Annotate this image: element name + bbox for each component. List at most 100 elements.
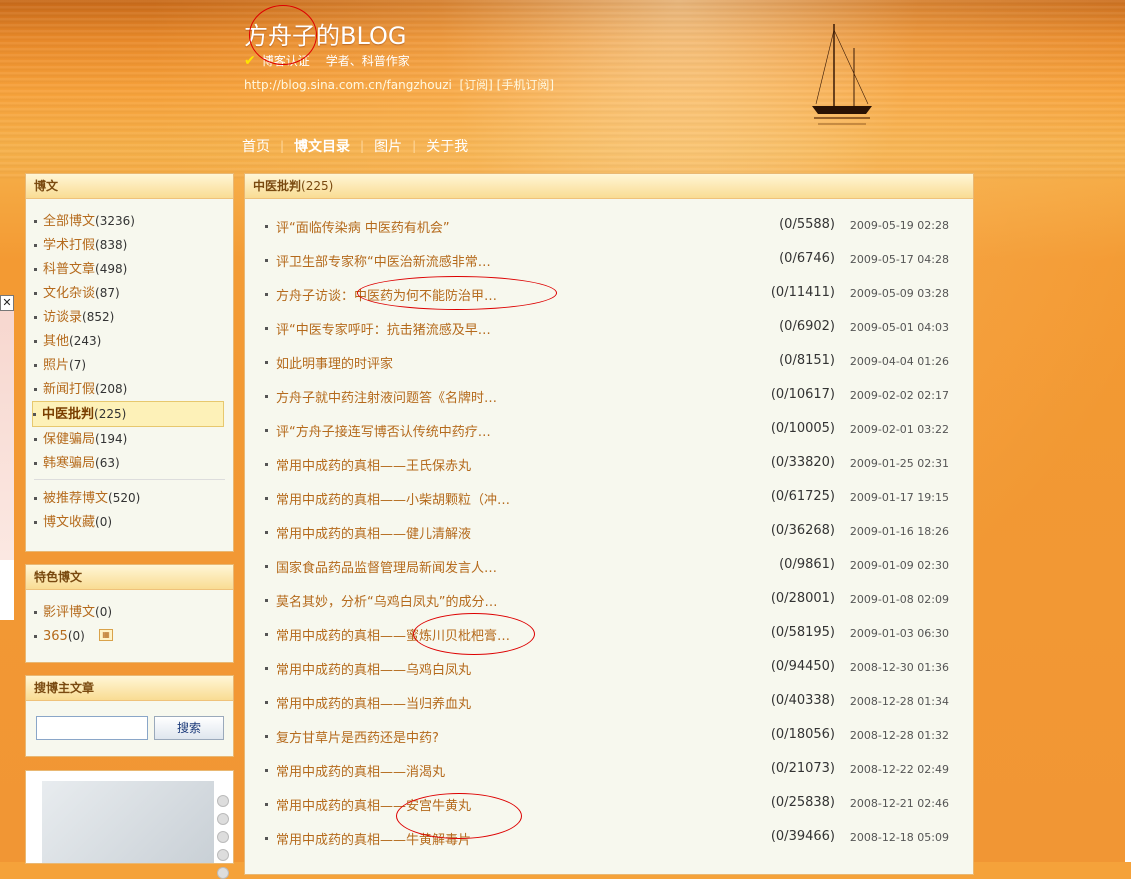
- nav-pictures[interactable]: 图片: [374, 136, 402, 156]
- category-item[interactable]: 新闻打假(208): [34, 377, 233, 401]
- category-item[interactable]: 访谈录(852): [34, 305, 233, 329]
- scroll-dot[interactable]: [217, 795, 229, 807]
- article-title-link[interactable]: 常用中成药的真相——乌鸡白凤丸: [276, 659, 471, 678]
- article-title-link[interactable]: 评“中医专家呼吁：抗击猪流感及早…: [276, 319, 491, 338]
- article-date: 2009-01-16 18:26: [849, 525, 949, 538]
- category-item[interactable]: 全部博文(3236): [34, 209, 233, 233]
- article-title-link[interactable]: 常用中成药的真相——王氏保赤丸: [276, 455, 471, 474]
- article-date: 2009-01-17 19:15: [849, 491, 949, 504]
- category-count: (63): [95, 456, 120, 470]
- blog-url-link[interactable]: http://blog.sina.com.cn/fangzhouzi: [244, 78, 452, 92]
- article-row: 常用中成药的真相——小柴胡颗粒（冲… (0/61725) 2009-01-17 19…: [261, 486, 951, 520]
- featured-item-label[interactable]: 影评博文: [43, 605, 95, 620]
- article-stats: (0/36268): [770, 523, 835, 538]
- subscribe-link[interactable]: [订阅]: [459, 78, 492, 92]
- category-label[interactable]: 韩寒骗局: [43, 456, 95, 471]
- bullet-icon: [34, 220, 37, 223]
- category-item[interactable]: 文化杂谈(87): [34, 281, 233, 305]
- article-date: 2009-01-03 06:30: [849, 627, 949, 640]
- article-title-link[interactable]: 评“面临传染病 中医药有机会”: [276, 217, 450, 236]
- article-row: 常用中成药的真相——乌鸡白凤丸 (0/94450) 2008-12-30 01:36: [261, 656, 951, 690]
- photo-thumbnail[interactable]: [42, 781, 214, 863]
- category-count: (852): [82, 310, 115, 324]
- featured-item-label[interactable]: 365: [43, 629, 68, 644]
- article-stats: (0/61725): [770, 489, 835, 504]
- search-button[interactable]: 搜索: [154, 716, 224, 740]
- verify-desc: 学者、科普作家: [325, 54, 410, 68]
- nav-home[interactable]: 首页: [242, 136, 270, 156]
- category-item[interactable]: 保健骗局(194): [34, 427, 233, 451]
- article-list-panel: 中医批判(225) 评“面临传染病 中医药有机会” (0/5588) 2009-05…: [244, 173, 974, 875]
- article-row: 评“方舟子接连写博否认传统中药疗… (0/10005) 2009-02-01 03:…: [261, 418, 951, 452]
- mobile-subscribe-link[interactable]: [手机订阅]: [497, 78, 554, 92]
- article-title-link[interactable]: 方舟子就中药注射液问题答《名牌时…: [276, 387, 497, 406]
- category-item[interactable]: 韩寒骗局(63): [34, 451, 233, 475]
- article-title-link[interactable]: 常用中成药的真相——消渴丸: [276, 761, 445, 780]
- category-label[interactable]: 保健骗局: [43, 432, 95, 447]
- nav-blog-directory[interactable]: 博文目录: [294, 136, 350, 156]
- category-label[interactable]: 科普文章: [43, 262, 95, 277]
- category-count: (0): [95, 515, 113, 529]
- bullet-icon: [34, 268, 37, 271]
- feed-icon[interactable]: ▦: [98, 629, 113, 641]
- nav-about[interactable]: 关于我: [426, 136, 468, 156]
- article-title-link[interactable]: 如此明事理的时评家: [276, 353, 393, 372]
- featured-item[interactable]: 365(0) ▦: [34, 624, 233, 648]
- category-label[interactable]: 其他: [43, 334, 69, 349]
- category-label[interactable]: 中医批判: [42, 407, 94, 422]
- featured-item[interactable]: 影评博文(0): [34, 600, 233, 624]
- bullet-icon: [265, 395, 268, 398]
- scroll-dot[interactable]: [217, 849, 229, 861]
- article-row: 常用中成药的真相——安宫牛黄丸 (0/25838) 2008-12-21 02:46: [261, 792, 951, 826]
- category-label[interactable]: 学术打假: [43, 238, 95, 253]
- close-icon[interactable]: ✕: [0, 295, 14, 311]
- category-label[interactable]: 全部博文: [43, 214, 95, 229]
- window-edge: [1125, 0, 1131, 862]
- category-item[interactable]: 中医批判(225): [32, 401, 224, 427]
- category-item[interactable]: 被推荐博文(520): [34, 486, 233, 510]
- scroll-dot[interactable]: [217, 831, 229, 843]
- article-date: 2008-12-22 02:49: [849, 763, 949, 776]
- bullet-icon: [265, 769, 268, 772]
- category-item[interactable]: 博文收藏(0): [34, 510, 233, 534]
- article-title-link[interactable]: 评卫生部专家称“中医治新流感非常…: [276, 251, 491, 270]
- article-date: 2008-12-28 01:34: [849, 695, 949, 708]
- article-title-link[interactable]: 复方甘草片是西药还是中药?: [276, 727, 439, 746]
- article-title-link[interactable]: 常用中成药的真相——当归养血丸: [276, 693, 471, 712]
- article-stats: (0/94450): [770, 659, 835, 674]
- article-row: 莫名其妙，分析“乌鸡白凤丸”的成分… (0/28001) 2009-01-08 02…: [261, 588, 951, 622]
- category-item[interactable]: 照片(7): [34, 353, 233, 377]
- bullet-icon: [34, 364, 37, 367]
- scroll-dot[interactable]: [217, 813, 229, 825]
- bullet-icon: [265, 531, 268, 534]
- category-item[interactable]: 学术打假(838): [34, 233, 233, 257]
- side-ad[interactable]: [0, 310, 14, 620]
- bullet-icon: [34, 611, 37, 614]
- article-title-link[interactable]: 莫名其妙，分析“乌鸡白凤丸”的成分…: [276, 591, 497, 610]
- blog-category-title: 博文: [26, 174, 233, 199]
- category-item[interactable]: 科普文章(498): [34, 257, 233, 281]
- category-item[interactable]: 其他(243): [34, 329, 233, 353]
- nav-separator: |: [360, 139, 365, 153]
- article-title-link[interactable]: 常用中成药的真相——小柴胡颗粒（冲…: [276, 489, 510, 508]
- category-label[interactable]: 访谈录: [43, 310, 82, 325]
- category-label[interactable]: 照片: [43, 358, 69, 373]
- article-title-link[interactable]: 常用中成药的真相——健儿清解液: [276, 523, 471, 542]
- featured-panel: 特色博文 影评博文(0) 365(0) ▦: [25, 564, 234, 663]
- article-title-link[interactable]: 评“方舟子接连写博否认传统中药疗…: [276, 421, 491, 440]
- bullet-icon: [265, 667, 268, 670]
- article-row: 复方甘草片是西药还是中药? (0/18056) 2008-12-28 01:32: [261, 724, 951, 758]
- article-date: 2009-04-04 01:26: [849, 355, 949, 368]
- bullet-icon: [34, 521, 37, 524]
- search-input[interactable]: [36, 716, 148, 740]
- bullet-icon: [34, 316, 37, 319]
- category-label[interactable]: 博文收藏: [43, 515, 95, 530]
- bullet-icon: [265, 599, 268, 602]
- article-title-link[interactable]: 国家食品药品监督管理局新闻发言人…: [276, 557, 497, 576]
- category-label[interactable]: 新闻打假: [43, 382, 95, 397]
- bullet-icon: [34, 497, 37, 500]
- scroll-dot[interactable]: [217, 867, 229, 879]
- category-label[interactable]: 文化杂谈: [43, 286, 95, 301]
- article-stats: (0/25838): [770, 795, 835, 810]
- category-label[interactable]: 被推荐博文: [43, 491, 108, 506]
